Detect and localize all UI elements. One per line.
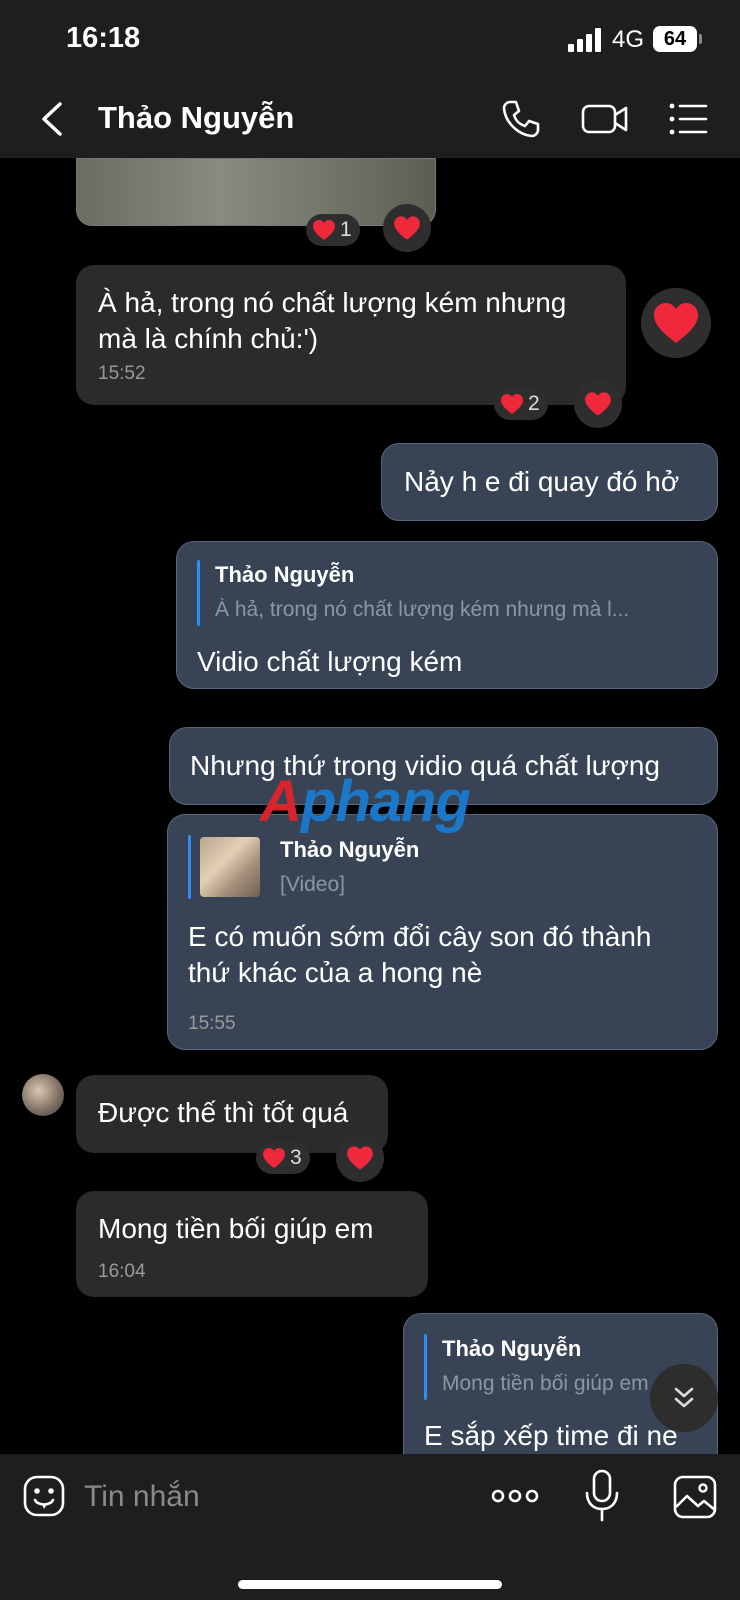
react-button[interactable] bbox=[383, 204, 431, 252]
heart-icon bbox=[501, 394, 523, 414]
heart-icon bbox=[263, 1148, 285, 1168]
outgoing-message-reply[interactable]: Thảo Nguyễn [Video] E có muốn sớm đổi câ… bbox=[167, 814, 718, 1050]
image-gallery-icon[interactable] bbox=[672, 1474, 718, 1520]
reaction-summary[interactable]: 3 bbox=[256, 1142, 310, 1174]
status-time: 16:18 bbox=[66, 22, 141, 54]
message-text: Nảy h e đi quay đó hở bbox=[404, 466, 680, 497]
quote-bar bbox=[188, 835, 191, 899]
heart-icon bbox=[347, 1146, 373, 1170]
react-button[interactable] bbox=[336, 1134, 384, 1182]
signal-icon bbox=[568, 28, 601, 52]
heart-icon bbox=[654, 303, 698, 343]
more-options-icon[interactable] bbox=[490, 1478, 540, 1514]
back-icon[interactable] bbox=[36, 98, 68, 140]
video-thumbnail bbox=[200, 837, 260, 897]
heart-icon bbox=[394, 216, 420, 240]
reaction-summary[interactable]: 2 bbox=[494, 388, 548, 420]
react-button[interactable] bbox=[574, 380, 622, 428]
quote-sender: Thảo Nguyễn bbox=[280, 837, 420, 862]
incoming-message[interactable]: Mong tiền bối giúp em 16:04 bbox=[76, 1191, 428, 1297]
phone-icon[interactable] bbox=[498, 96, 544, 142]
network-type: 4G bbox=[612, 26, 645, 53]
status-bar: 16:18 4G 64 bbox=[0, 0, 740, 80]
quote-sender: Thảo Nguyễn bbox=[442, 1336, 582, 1361]
quote-text: À hả, trong nó chất lượng kém nhưng mà l… bbox=[215, 598, 630, 621]
message-time: 15:52 bbox=[98, 363, 146, 384]
double-chevron-down-icon bbox=[674, 1387, 694, 1408]
chat-header: Thảo Nguyễn bbox=[0, 80, 740, 158]
contact-name[interactable]: Thảo Nguyễn bbox=[98, 100, 294, 136]
message-input[interactable] bbox=[84, 1474, 464, 1520]
message-text: Mong tiền bối giúp em bbox=[98, 1213, 374, 1244]
incoming-message[interactable]: À hả, trong nó chất lượng kém nhưng mà l… bbox=[76, 265, 626, 405]
avatar[interactable] bbox=[22, 1074, 64, 1116]
quote-bar bbox=[424, 1334, 427, 1400]
battery-tip bbox=[699, 34, 702, 44]
video-call-icon[interactable] bbox=[580, 96, 630, 142]
reaction-count: 2 bbox=[528, 392, 540, 415]
message-time: 15:55 bbox=[188, 1013, 236, 1034]
reaction-count: 3 bbox=[290, 1146, 302, 1169]
image-message[interactable] bbox=[76, 158, 436, 226]
quick-heart-reaction[interactable] bbox=[641, 288, 711, 358]
message-list[interactable]: 1 À hả, trong nó chất lượng kém nhưng mà… bbox=[0, 158, 740, 1454]
message-time: 16:04 bbox=[98, 1261, 146, 1282]
message-composer bbox=[0, 1454, 740, 1600]
message-text: E sắp xếp time đi ne bbox=[424, 1420, 678, 1451]
outgoing-message-reply[interactable]: Thảo Nguyễn À hả, trong nó chất lượng ké… bbox=[176, 541, 718, 689]
message-text: Vidio chất lượng kém bbox=[197, 646, 463, 677]
message-text: Được thế thì tốt quá bbox=[98, 1097, 349, 1128]
reaction-count: 1 bbox=[340, 218, 352, 241]
heart-icon bbox=[585, 392, 611, 416]
microphone-icon[interactable] bbox=[582, 1468, 622, 1524]
quote-sender: Thảo Nguyễn bbox=[215, 562, 355, 587]
quote-bar bbox=[197, 560, 200, 626]
message-text: À hả, trong nó chất lượng kém nhưng mà l… bbox=[98, 287, 567, 354]
heart-icon bbox=[313, 220, 335, 240]
home-indicator bbox=[238, 1580, 502, 1589]
quote-text: [Video] bbox=[280, 873, 345, 896]
menu-list-icon[interactable] bbox=[666, 96, 712, 142]
battery-level: 64 bbox=[653, 26, 697, 52]
outgoing-message[interactable]: Nảy h e đi quay đó hở bbox=[381, 443, 718, 521]
scroll-to-bottom-button[interactable] bbox=[650, 1364, 718, 1432]
sticker-icon[interactable] bbox=[22, 1474, 66, 1518]
message-text: E có muốn sớm đổi cây son đó thành thứ k… bbox=[188, 921, 652, 988]
watermark-logo: Aphang bbox=[260, 769, 471, 834]
reaction-summary[interactable]: 1 bbox=[306, 214, 360, 246]
